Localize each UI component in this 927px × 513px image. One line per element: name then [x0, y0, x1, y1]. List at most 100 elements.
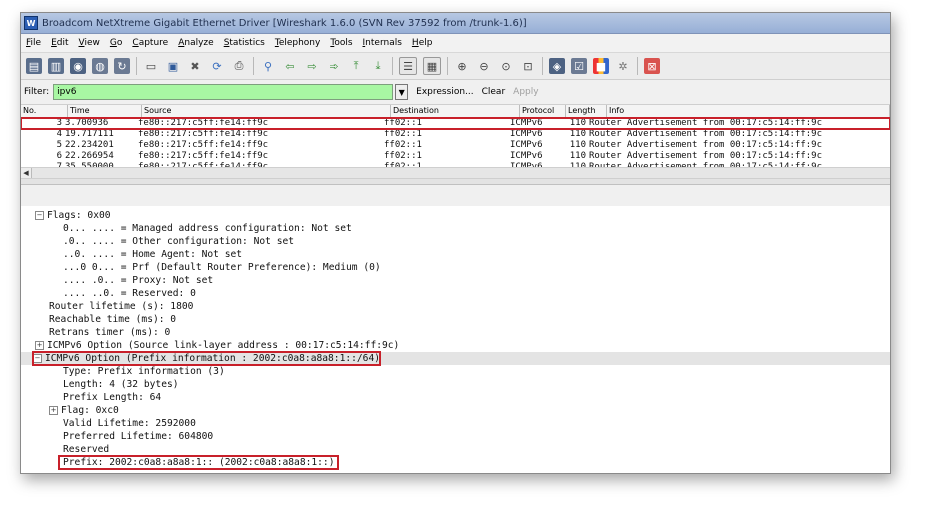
detail-text: ICMPv6 Option (Prefix information : 2002…: [45, 353, 381, 364]
detail-row[interactable]: .0.. .... = Other configuration: Not set: [21, 235, 890, 248]
toolbar-separator: [447, 57, 448, 75]
detail-row[interactable]: Length: 4 (32 bytes): [21, 378, 890, 391]
packet-row-partial[interactable]: 7 35.550000 fe80::217:c5ff:fe14:ff9c ff0…: [21, 162, 890, 167]
zoom-out-icon[interactable]: ⊖: [476, 58, 492, 74]
detail-row[interactable]: Preferred Lifetime: 604800: [21, 430, 890, 443]
detail-row[interactable]: Type: Prefix information (3): [21, 365, 890, 378]
detail-row[interactable]: .... ..0. = Reserved: 0: [21, 287, 890, 300]
column-header-protocol[interactable]: Protocol: [520, 105, 566, 117]
start-capture-icon[interactable]: ◉: [70, 58, 86, 74]
packet-list-header: No. Time Source Destination Protocol Len…: [21, 105, 890, 118]
detail-text: Reserved: [63, 444, 110, 455]
stop-capture-icon[interactable]: ◍: [92, 58, 108, 74]
reload-icon[interactable]: ⟳: [209, 58, 225, 74]
detail-row[interactable]: + Flag: 0xc0: [21, 404, 890, 417]
detail-row[interactable]: Prefix: 2002:c0a8:a8a8:1:: (2002:c0a8:a8…: [21, 455, 890, 470]
menu-view[interactable]: View: [74, 38, 105, 48]
menu-tools[interactable]: Tools: [325, 38, 357, 48]
menu-capture[interactable]: Capture: [127, 38, 173, 48]
help-icon[interactable]: ⊠: [644, 58, 660, 74]
detail-row[interactable]: .... .0.. = Proxy: Not set: [21, 274, 890, 287]
detail-row[interactable]: Retrans timer (ms): 0: [21, 326, 890, 339]
detail-row[interactable]: Router lifetime (s): 1800: [21, 300, 890, 313]
capture-filters-icon[interactable]: ◈: [549, 58, 565, 74]
zoom-in-icon[interactable]: ⊕: [454, 58, 470, 74]
display-filters-icon[interactable]: ☑: [571, 58, 587, 74]
detail-row[interactable]: ..0. .... = Home Agent: Not set: [21, 248, 890, 261]
packet-details-pane: − Flags: 0x00 0... .... = Managed address…: [21, 206, 890, 473]
detail-row[interactable]: Reserved: [21, 443, 890, 456]
menu-help[interactable]: Help: [407, 38, 438, 48]
menu-statistics[interactable]: Statistics: [219, 38, 270, 48]
autoscroll-icon[interactable]: ▦: [423, 57, 441, 75]
packet-time: 35.550000: [65, 162, 114, 167]
pane-splitter[interactable]: [21, 179, 890, 185]
zoom-normal-icon[interactable]: ⊙: [498, 58, 514, 74]
detail-row[interactable]: − Flags: 0x00: [21, 209, 890, 222]
column-header-no[interactable]: No.: [21, 105, 68, 117]
detail-text: Retrans timer (ms): 0: [49, 327, 171, 338]
print-icon[interactable]: ⎙: [231, 58, 247, 74]
expand-icon[interactable]: +: [35, 340, 44, 350]
coloring-rules-icon[interactable]: ■: [593, 58, 609, 74]
go-forward-icon[interactable]: ⇨: [304, 58, 320, 74]
filter-label: Filter:: [24, 87, 50, 97]
packet-destination: ff02::1: [384, 162, 422, 167]
packet-time: 22.266954: [65, 151, 114, 161]
filter-input[interactable]: ipv6: [53, 84, 394, 100]
go-back-icon[interactable]: ⇦: [282, 58, 298, 74]
packet-row-selected[interactable]: 3 3.700936 fe80::217:c5ff:fe14:ff9c ff02…: [21, 117, 890, 130]
packet-protocol: ICMPv6: [510, 118, 543, 128]
menu-edit[interactable]: Edit: [46, 38, 73, 48]
detail-row[interactable]: + ICMPv6 Option (Source link-layer addres…: [21, 339, 890, 352]
open-file-icon[interactable]: ▭: [143, 58, 159, 74]
filter-dropdown-icon[interactable]: ▼: [395, 84, 409, 100]
column-header-length[interactable]: Length: [566, 105, 607, 117]
packet-list-hscrollbar[interactable]: ◀: [21, 167, 890, 179]
save-file-icon[interactable]: ▣: [165, 58, 181, 74]
menu-internals[interactable]: Internals: [358, 38, 407, 48]
column-header-time[interactable]: Time: [68, 105, 142, 117]
preferences-icon[interactable]: ✲: [615, 58, 631, 74]
go-first-icon[interactable]: ⤒: [348, 58, 364, 74]
packet-length: 110: [569, 118, 586, 128]
menu-telephony[interactable]: Telephony: [270, 38, 326, 48]
find-packet-icon[interactable]: ⚲: [260, 58, 276, 74]
close-file-icon[interactable]: ✖: [187, 58, 203, 74]
detail-row[interactable]: Prefix Length: 64: [21, 391, 890, 404]
column-header-source[interactable]: Source: [142, 105, 391, 117]
clear-button[interactable]: Clear: [482, 87, 506, 97]
expression-button[interactable]: Expression...: [416, 87, 473, 97]
toolbar-separator: [253, 57, 254, 75]
detail-row[interactable]: ...0 0... = Prf (Default Router Preferen…: [21, 261, 890, 274]
prefix-option-highlight: − ICMPv6 Option (Prefix information : 200…: [31, 351, 382, 366]
packet-row[interactable]: 6 22.266954 fe80::217:c5ff:fe14:ff9c ff0…: [21, 151, 890, 162]
interface-list-icon[interactable]: ▤: [26, 58, 42, 74]
restart-capture-icon[interactable]: ↻: [114, 58, 130, 74]
expand-icon[interactable]: +: [49, 405, 58, 415]
go-to-packet-icon[interactable]: ➾: [326, 58, 342, 74]
collapse-icon[interactable]: −: [33, 353, 42, 363]
detail-row[interactable]: Reachable time (ms): 0: [21, 313, 890, 326]
column-header-info[interactable]: Info: [607, 105, 890, 117]
detail-text: Length: 4 (32 bytes): [63, 379, 179, 390]
detail-row[interactable]: Valid Lifetime: 2592000: [21, 417, 890, 430]
apply-button[interactable]: Apply: [513, 87, 538, 97]
packet-info: Router Advertisement from 00:17:c5:14:ff…: [589, 162, 822, 167]
collapse-icon[interactable]: −: [35, 210, 44, 220]
colorize-icon[interactable]: ☰: [399, 57, 417, 75]
menu-file[interactable]: File: [21, 38, 46, 48]
toolbar-separator: [392, 57, 393, 75]
resize-columns-icon[interactable]: ⊡: [520, 58, 536, 74]
packet-row[interactable]: 5 22.234201 fe80::217:c5ff:fe14:ff9c ff0…: [21, 140, 890, 151]
menu-go[interactable]: Go: [105, 38, 128, 48]
menu-analyze[interactable]: Analyze: [173, 38, 218, 48]
capture-options-icon[interactable]: ▥: [48, 58, 64, 74]
go-last-icon[interactable]: ⤓: [370, 58, 386, 74]
detail-text: Prefix Length: 64: [63, 392, 162, 403]
detail-row[interactable]: 0... .... = Managed address configuratio…: [21, 222, 890, 235]
packet-row[interactable]: 4 19.717111 fe80::217:c5ff:fe14:ff9c ff0…: [21, 129, 890, 140]
scroll-left-icon[interactable]: ◀: [21, 168, 32, 178]
detail-row-selected[interactable]: − ICMPv6 Option (Prefix information : 200…: [21, 351, 890, 366]
column-header-destination[interactable]: Destination: [391, 105, 520, 117]
